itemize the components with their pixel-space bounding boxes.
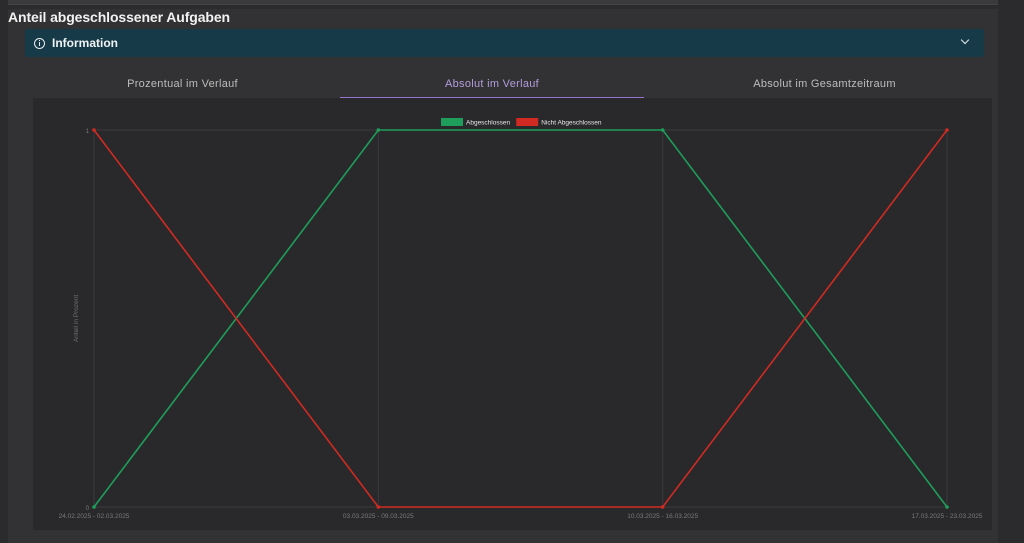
tab-label: Absolut im Verlauf xyxy=(444,78,540,90)
legend-swatch xyxy=(516,118,539,126)
x-tick-label: 24.02.2025 - 02.03.2025 xyxy=(59,513,130,520)
x-tick-label: 17.03.2025 - 23.03.2025 xyxy=(912,513,983,520)
tab-absolut-im-gesamtzeitraum[interactable]: Absolut im Gesamtzeitraum xyxy=(665,72,984,98)
series-line xyxy=(93,129,948,508)
data-point xyxy=(945,505,949,509)
y-tick-label: 1 xyxy=(86,129,90,135)
legend-label: Abgeschlossen xyxy=(466,120,510,127)
data-point xyxy=(376,128,381,132)
tab-prozentual-im-verlauf[interactable]: Prozentual im Verlauf xyxy=(25,72,340,98)
chevron-down-icon[interactable] xyxy=(960,35,970,45)
legend-swatch xyxy=(441,118,463,126)
information-accordion[interactable]: Information xyxy=(25,29,984,57)
tab-label: Prozentual im Verlauf xyxy=(127,78,238,90)
data-point xyxy=(376,505,381,509)
tab-label: Absolut im Gesamtzeitraum xyxy=(753,78,896,90)
x-tick-label: 10.03.2025 - 16.03.2025 xyxy=(627,513,698,520)
data-point xyxy=(92,128,96,132)
info-circle-icon xyxy=(34,37,45,49)
series-line xyxy=(93,129,948,508)
information-label: Information xyxy=(52,36,118,50)
legend-label: Nicht Abgeschlossen xyxy=(541,120,602,127)
y-tick-label: 0 xyxy=(86,506,90,512)
line-chart: 0 1 24.02.2025 - 02.03.2025 03.03.2025 - 09… xyxy=(33,98,992,530)
panel-title: Anteil abgeschlossener Aufgaben xyxy=(8,9,230,25)
line-chart-svg: 0 1 24.02.2025 - 02.03.2025 03.03.2025 - 09… xyxy=(59,118,983,520)
tab-absolut-im-verlauf[interactable]: Absolut im Verlauf xyxy=(340,72,644,98)
data-point xyxy=(660,128,665,132)
data-point xyxy=(660,505,665,509)
data-point xyxy=(945,128,949,132)
data-point xyxy=(92,505,96,509)
x-tick-label: 03.03.2025 - 09.03.2025 xyxy=(343,513,414,520)
chart-tabs: Prozentual im Verlauf Absolut im Verlauf… xyxy=(25,72,984,98)
top-strip xyxy=(8,0,998,5)
y-axis-label: Anteil in Prozent xyxy=(73,295,80,343)
